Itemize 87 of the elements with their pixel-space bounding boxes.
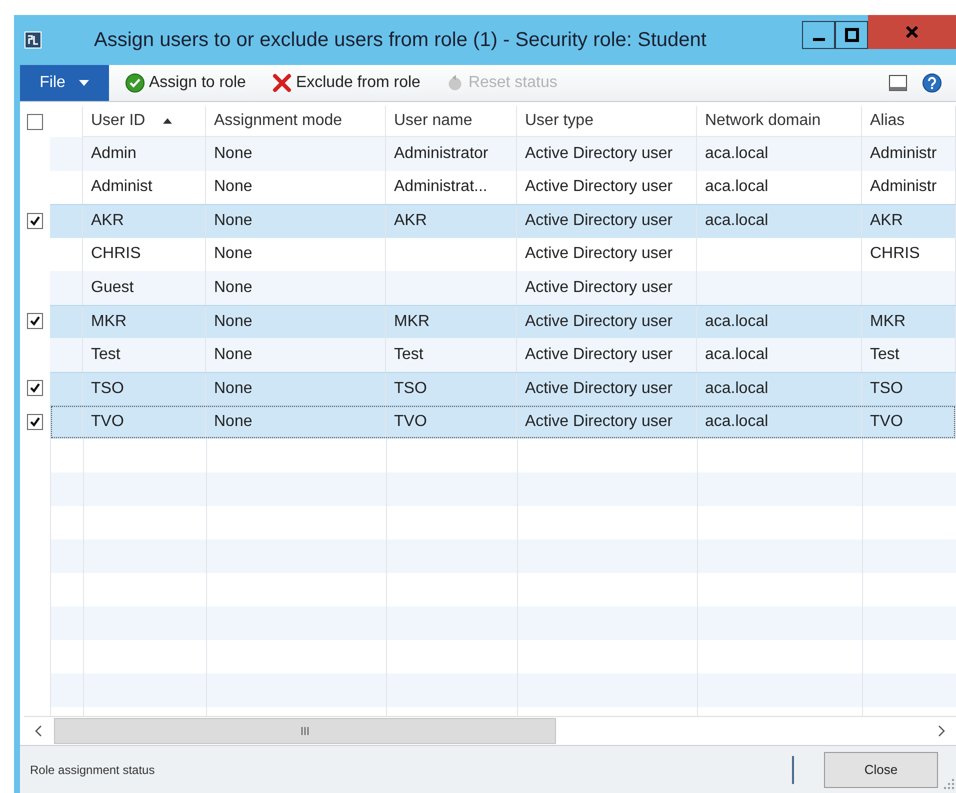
table-cell: Active Directory user: [525, 178, 673, 196]
table-cell: Active Directory user: [525, 212, 673, 230]
check-circle-icon: [125, 73, 145, 93]
help-icon: [922, 73, 942, 93]
maximize-button[interactable]: [835, 21, 868, 49]
minimize-button[interactable]: [802, 21, 835, 49]
scrollbar-thumb[interactable]: [54, 718, 556, 744]
table-cell: MKR: [91, 312, 127, 331]
table-cell: MKR: [870, 312, 906, 331]
table-cell: TSO: [91, 380, 124, 398]
minimize-icon: [812, 38, 824, 40]
table-cell: MKR: [394, 312, 430, 331]
table-cell: Test: [394, 346, 424, 364]
close-button[interactable]: [868, 15, 956, 49]
table-cell: AKR: [91, 212, 124, 230]
app-icon: [24, 31, 42, 49]
cross-icon: [272, 73, 292, 93]
table-cell: Active Directory user: [525, 380, 673, 398]
reset-icon: [446, 74, 464, 92]
horizontal-scrollbar[interactable]: [24, 716, 956, 745]
table-cell: AKR: [394, 212, 427, 230]
row-checkbox[interactable]: [27, 212, 43, 229]
table-cell: aca.local: [705, 380, 768, 398]
table-row[interactable]: Test None Test Active Directory user aca.local Test: [50, 338, 956, 372]
table-cell: aca.local: [705, 212, 768, 230]
table-cell: aca.local: [705, 346, 768, 364]
table-cell: Admin: [91, 144, 136, 163]
toolbar-button[interactable]: Exclude from role: [262, 71, 430, 95]
scroll-left-icon[interactable]: [34, 725, 44, 737]
table-cell: CHRIS: [91, 245, 141, 264]
scroll-right-icon[interactable]: [936, 725, 946, 737]
maximize-icon: [844, 28, 858, 42]
table-cell: Administrat...: [394, 178, 488, 196]
table-cell: None: [214, 312, 252, 331]
close-icon: [905, 25, 919, 39]
table-cell: TVO: [91, 413, 124, 432]
table-cell: Administr: [870, 144, 937, 163]
table-cell: None: [214, 380, 252, 398]
table-row[interactable]: TVO None TVO Active Directory user aca.local TVO: [50, 405, 956, 438]
table-cell: Administr: [870, 178, 937, 196]
table-cell: Active Directory user: [525, 312, 673, 331]
close-dialog-button[interactable]: Close: [824, 752, 938, 788]
table-cell: CHRIS: [870, 245, 920, 264]
panel-icon: [888, 73, 908, 93]
row-checkbox[interactable]: [27, 313, 43, 330]
select-all-checkbox[interactable]: [27, 114, 43, 130]
table-cell: TVO: [394, 413, 427, 432]
table-cell: TVO: [870, 413, 903, 432]
table-cell: Active Directory user: [525, 245, 673, 264]
table-row[interactable]: AKR None AKR Active Directory user aca.local AKR: [50, 204, 956, 238]
table-cell: Administrator: [394, 144, 488, 163]
table-cell: Test: [870, 346, 900, 364]
table-cell: None: [214, 245, 252, 264]
table-cell: Administ: [91, 178, 152, 196]
table-cell: AKR: [870, 212, 903, 230]
window-title: Assign users to or exclude users from role (1) - Security role: Student: [94, 28, 706, 52]
row-checkbox[interactable]: [27, 414, 43, 430]
sort-ascending-icon: [163, 118, 172, 124]
table-cell: Guest: [91, 278, 134, 297]
table-cell: TSO: [870, 380, 903, 398]
table-cell: None: [214, 346, 252, 364]
table-row[interactable]: Guest None Active Directory user: [50, 271, 956, 304]
file-menu-button[interactable]: File: [20, 65, 109, 101]
resize-grip-icon: [944, 779, 954, 789]
table-cell: aca.local: [705, 144, 768, 163]
table-cell: aca.local: [705, 312, 768, 331]
table-row[interactable]: TSO None TSO Active Directory user aca.local TSO: [50, 372, 956, 405]
table-cell: None: [214, 178, 252, 196]
table-cell: None: [214, 278, 252, 297]
table-cell: Active Directory user: [525, 413, 673, 432]
table-cell: TSO: [394, 380, 427, 398]
table-cell: None: [214, 413, 252, 432]
table-row[interactable]: Admin None Administrator Active Directory user aca.local Administr: [50, 137, 956, 170]
toolbar-button[interactable]: Assign to role: [115, 71, 256, 95]
table-cell: aca.local: [705, 178, 768, 196]
table-row[interactable]: MKR None MKR Active Directory user aca.local MKR: [50, 304, 956, 338]
table-cell: Active Directory user: [525, 144, 673, 163]
table-cell: None: [214, 144, 252, 163]
table-cell: aca.local: [705, 413, 768, 432]
table-cell: Active Directory user: [525, 278, 673, 297]
table-cell: None: [214, 212, 252, 230]
status-text: Role assignment status: [30, 762, 155, 776]
row-checkbox[interactable]: [27, 380, 43, 396]
table-cell: Test: [91, 346, 120, 364]
table-cell: Active Directory user: [525, 346, 673, 364]
caret-icon: [79, 80, 90, 86]
grip-icon: [300, 726, 310, 736]
